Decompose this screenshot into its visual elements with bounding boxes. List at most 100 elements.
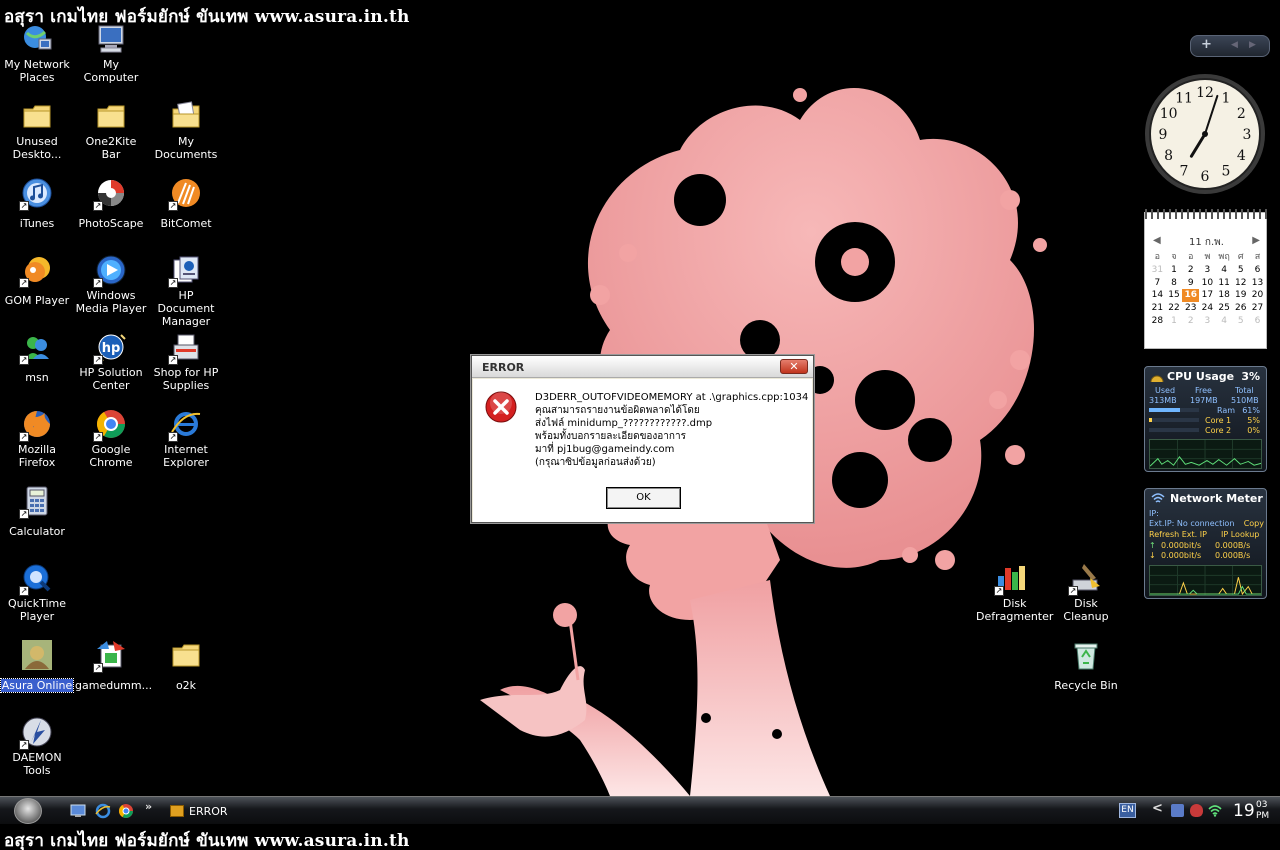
desktop-icon-recycle-bin[interactable]: Recycle Bin	[1049, 639, 1123, 693]
calendar-day[interactable]: 5	[1232, 315, 1249, 328]
sidebar-next-button[interactable]: ▶	[1249, 40, 1256, 50]
calendar-day[interactable]: 23	[1182, 302, 1199, 315]
free-value: 197MB	[1190, 396, 1218, 405]
clock-numeral: 4	[1237, 148, 1246, 164]
tray-expand-button[interactable]: <	[1152, 801, 1163, 816]
desktop-icon-firefox[interactable]: ↗ Mozilla Firefox	[0, 408, 74, 470]
show-desktop-icon[interactable]	[70, 803, 86, 819]
calendar-day[interactable]: 20	[1249, 289, 1266, 302]
sidebar-prev-button[interactable]: ◀	[1231, 40, 1238, 50]
security-shield-icon[interactable]	[1190, 804, 1203, 817]
calendar-day[interactable]: 4	[1216, 264, 1233, 277]
internet-explorer-icon: ↗	[168, 408, 202, 442]
ok-button[interactable]: OK	[606, 487, 681, 509]
calendar-day[interactable]: 31	[1149, 264, 1166, 277]
desktop-icon-disk-defrag[interactable]: ↗ Disk Defragmenter	[975, 562, 1053, 624]
calendar-day[interactable]: 3	[1199, 315, 1216, 328]
desktop-icon-hp-document[interactable]: ↗ HP Document Manager	[149, 254, 223, 329]
calendar-day[interactable]: 8	[1166, 277, 1183, 290]
calendar-day[interactable]: 13	[1249, 277, 1266, 290]
calendar-day[interactable]: 26	[1232, 302, 1249, 315]
clock-numeral: 5	[1222, 163, 1231, 179]
ip-lookup-link[interactable]: IP Lookup	[1221, 530, 1259, 540]
calendar-day[interactable]: 22	[1166, 302, 1183, 315]
desktop-icon-network-places[interactable]: My Network Places	[0, 23, 74, 85]
desktop-icon-msn[interactable]: ↗ msn	[0, 331, 74, 385]
calendar-day[interactable]: 9	[1182, 277, 1199, 290]
calendar-day[interactable]: 21	[1149, 302, 1166, 315]
calendar-day[interactable]: 5	[1232, 264, 1249, 277]
shortcut-arrow-icon: ↗	[168, 355, 178, 365]
calendar-day[interactable]: 6	[1249, 315, 1266, 328]
desktop-icon-label: Google Chrome	[89, 443, 133, 469]
taskbar-error-button[interactable]: ERROR	[166, 800, 306, 822]
calendar-day[interactable]: 3	[1199, 264, 1216, 277]
desktop-icon-itunes[interactable]: ↗ iTunes	[0, 177, 74, 231]
core1-bar-fill	[1149, 418, 1152, 422]
error-message-line: มาที่ pj1bug@gameindy.com	[535, 444, 675, 455]
desktop-icon-folder[interactable]: o2k	[149, 639, 223, 693]
calendar-day[interactable]: 2	[1182, 315, 1199, 328]
desktop-icon-disk-cleanup[interactable]: ↗ Disk Cleanup	[1049, 562, 1123, 624]
desktop-icon-quicktime[interactable]: ↗ QuickTime Player	[0, 562, 74, 624]
clock-numeral: 1	[1222, 91, 1231, 107]
calendar-day[interactable]: 10	[1199, 277, 1216, 290]
calendar-day[interactable]: 17	[1199, 289, 1216, 302]
calendar-day[interactable]: 7	[1149, 277, 1166, 290]
shortcut-arrow-icon: ↗	[93, 432, 103, 442]
desktop-icon-internet-explorer[interactable]: ↗ Internet Explorer	[149, 408, 223, 470]
desktop-icon-hp-solution[interactable]: hp ↗ HP Solution Center	[74, 331, 148, 393]
calendar-day[interactable]: 15	[1166, 289, 1183, 302]
network-tray-icon[interactable]	[1171, 804, 1184, 817]
calendar-weekday-row: อจอพพฤศส	[1149, 251, 1266, 264]
desktop-icon-photoscape[interactable]: ↗ PhotoScape	[74, 177, 148, 231]
copy-ip-link[interactable]: Copy	[1244, 519, 1264, 529]
calendar-prev-button[interactable]: ◀	[1153, 235, 1161, 246]
desktop-icon-label: PhotoScape	[78, 217, 144, 230]
dialog-close-button[interactable]: ✕	[780, 359, 808, 374]
desktop-icon-gom-player[interactable]: ↗ GOM Player	[0, 254, 74, 308]
calendar-day[interactable]: 11	[1216, 277, 1233, 290]
calendar-day[interactable]: 6	[1249, 264, 1266, 277]
calendar-day[interactable]: 1	[1166, 264, 1183, 277]
desktop-icon-folder[interactable]: Unused Deskto...	[0, 100, 74, 162]
internet-explorer-icon[interactable]	[95, 803, 111, 819]
calendar-day[interactable]: 4	[1216, 315, 1233, 328]
desktop-icon-documents-folder[interactable]: My Documents	[149, 100, 223, 162]
language-indicator[interactable]: EN	[1119, 803, 1136, 818]
refresh-ip-link[interactable]: Refresh Ext. IP	[1149, 530, 1207, 540]
clock-gadget[interactable]: 1234567891011 12	[1143, 72, 1267, 196]
calendar-day-today[interactable]: 16	[1182, 289, 1200, 303]
desktop-icon-chrome[interactable]: ↗ Google Chrome	[74, 408, 148, 470]
calendar-day[interactable]: 18	[1216, 289, 1233, 302]
dialog-titlebar[interactable]: ERROR ✕	[472, 356, 813, 378]
calendar-next-button[interactable]: ▶	[1252, 235, 1260, 246]
calendar-binding	[1145, 209, 1268, 219]
calendar-day[interactable]: 25	[1216, 302, 1233, 315]
wireless-tray-icon[interactable]	[1208, 803, 1222, 817]
calendar-day[interactable]: 1	[1166, 315, 1183, 328]
desktop-icon-bitcomet[interactable]: ↗ BitComet	[149, 177, 223, 231]
calendar-day[interactable]: 14	[1149, 289, 1166, 302]
desktop-icon-label: Disk Cleanup	[1063, 597, 1109, 623]
download-bits: 0.000bit/s	[1161, 551, 1202, 560]
calendar-day[interactable]: 12	[1232, 277, 1249, 290]
add-gadget-button[interactable]: +	[1201, 37, 1212, 52]
calendar-day[interactable]: 19	[1232, 289, 1249, 302]
desktop-icon-asura-online[interactable]: Asura Online	[0, 639, 75, 693]
calendar-day[interactable]: 28	[1149, 315, 1166, 328]
desktop-icon-calculator[interactable]: ↗ Calculator	[0, 485, 74, 539]
start-button[interactable]	[14, 798, 42, 824]
calendar-day[interactable]: 2	[1182, 264, 1199, 277]
calendar-day[interactable]: 27	[1249, 302, 1266, 315]
desktop-icon-hp-shop[interactable]: ↗ Shop for HP Supplies	[149, 331, 223, 393]
desktop-icon-label: Asura Online	[0, 678, 75, 693]
chrome-icon[interactable]	[118, 803, 134, 819]
calendar-day[interactable]: 24	[1199, 302, 1216, 315]
desktop-icon-computer[interactable]: My Computer	[74, 23, 148, 85]
desktop-icon-folder[interactable]: One2Kite Bar	[74, 100, 148, 162]
quick-launch-more-button[interactable]: »	[145, 800, 152, 813]
desktop-icon-gamedummy[interactable]: ↗ gamedumm...	[74, 639, 152, 693]
desktop-icon-media-player[interactable]: ↗ Windows Media Player	[74, 254, 148, 316]
desktop-icon-daemon-tools[interactable]: ↗ DAEMON Tools	[0, 716, 74, 778]
